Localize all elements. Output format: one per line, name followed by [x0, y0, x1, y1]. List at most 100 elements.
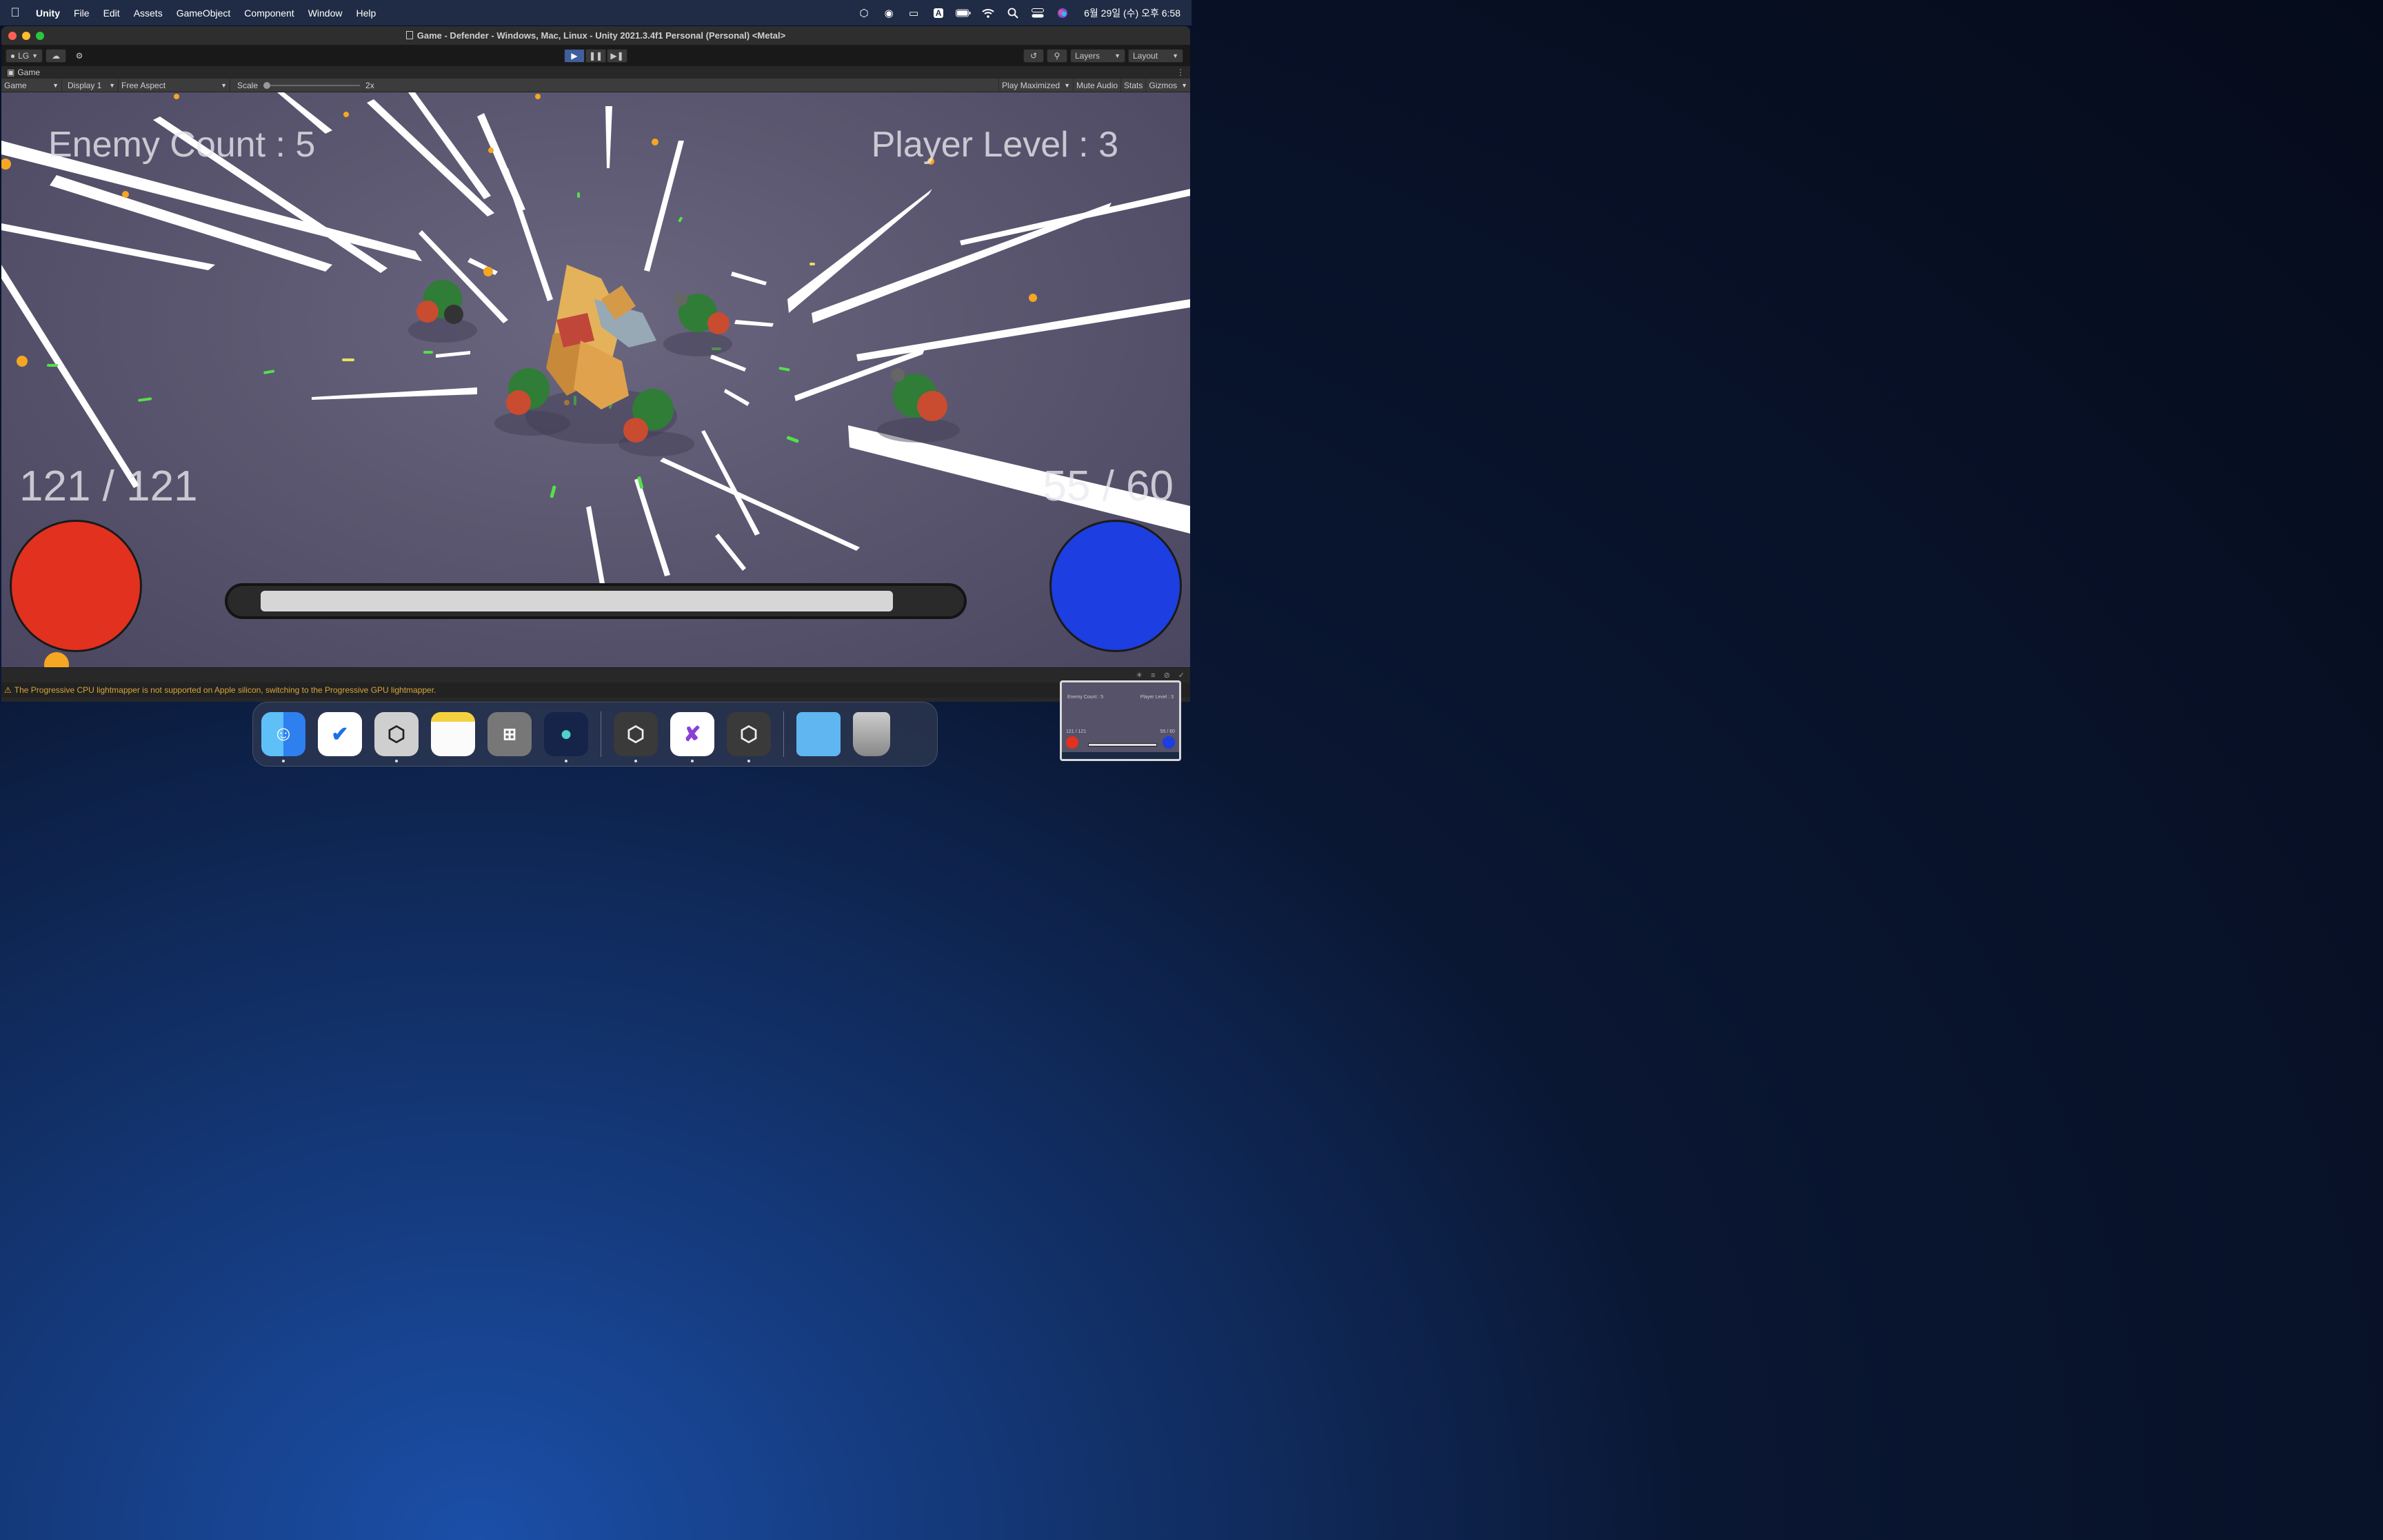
dock-app-unity[interactable]: ⬡ [614, 712, 658, 762]
dock-folder[interactable] [796, 712, 841, 756]
game-tab-bar: ▣ Game ⋮ [1, 66, 1190, 79]
status-strip: ☀ ≡ ⊘ ✓ [1, 667, 1190, 682]
dock-trash[interactable] [853, 712, 890, 756]
wifi-icon[interactable] [981, 7, 996, 19]
collab-button[interactable]: ⚙ [69, 49, 90, 63]
window-titlebar[interactable]: Game - Defender - Windows, Mac, Linux - … [1, 26, 1190, 45]
dock-app-notes[interactable] [431, 712, 475, 756]
stats-toggle[interactable]: Stats [1121, 79, 1147, 92]
minimize-window-button[interactable] [22, 31, 30, 40]
control-center-icon[interactable] [1030, 7, 1045, 19]
main-toolbar: ● LG ▼ ☁ ⚙ ▶ ❚❚ ▶❚ ↺ ⚲ Layers ▼ Layout ▼ [1, 45, 1190, 66]
search-button[interactable]: ⚲ [1047, 49, 1067, 63]
thumb-skill-button [1163, 736, 1175, 749]
dock-app-unity-2[interactable]: ⬡ [727, 712, 771, 762]
running-indicator [282, 760, 285, 762]
attack-button[interactable] [10, 520, 142, 652]
play-maximized-label: Play Maximized [1002, 80, 1060, 90]
experience-bar [225, 583, 967, 619]
account-dropdown[interactable]: ● LG ▼ [6, 49, 43, 63]
play-button[interactable]: ▶ [564, 49, 585, 63]
thumb-attack-button [1066, 736, 1078, 749]
pause-button[interactable]: ❚❚ [585, 49, 606, 63]
skill-button[interactable] [1049, 520, 1182, 652]
check-icon[interactable]: ✓ [1178, 671, 1185, 680]
mute-audio-label: Mute Audio [1076, 80, 1118, 90]
aspect-label: Free Aspect [121, 80, 166, 90]
input-source-label: A [933, 8, 944, 18]
slash-effect-layer [1, 92, 1190, 667]
gizmos-label: Gizmos [1149, 80, 1178, 90]
menu-help[interactable]: Help [349, 8, 383, 19]
lighting-icon[interactable]: ☀ [1136, 671, 1143, 680]
cloud-button[interactable]: ☁ [46, 49, 66, 63]
chevron-down-icon: ▼ [52, 81, 59, 89]
document-icon [405, 31, 413, 39]
dock-app-unity-hub[interactable]: ⬡ [374, 712, 419, 762]
menu-window[interactable]: Window [301, 8, 350, 19]
calculator-icon: ⊞ [502, 725, 517, 744]
play-maximized-dropdown[interactable]: Play Maximized ▼ [998, 79, 1074, 92]
menu-component[interactable]: Component [237, 8, 301, 19]
tab-game[interactable]: Game [17, 68, 40, 77]
mute-audio-toggle[interactable]: Mute Audio [1074, 79, 1122, 92]
scale-slider-handle[interactable] [263, 81, 271, 89]
step-button[interactable]: ▶❚ [607, 49, 627, 63]
dock-app-finder[interactable]: ☺ [261, 712, 305, 762]
console-status-bar[interactable]: ⚠ The Progressive CPU lightmapper is not… [1, 682, 1190, 698]
screenshot-thumbnail[interactable]: Enemy Count : 5 Player Level : 3 121 / 1… [1060, 680, 1181, 761]
thumb-enemy-count: Enemy Count : 5 [1067, 695, 1104, 700]
spotlight-icon[interactable] [1005, 7, 1020, 19]
more-options-icon[interactable]: ⋮ [1176, 68, 1185, 77]
view-select-dropdown[interactable]: Game ▼ [1, 79, 62, 92]
menu-file[interactable]: File [67, 8, 97, 19]
hp-text: 121 / 121 [19, 463, 198, 510]
collab-icon: ⚙ [75, 51, 83, 61]
thumb-hp: 121 / 121 [1066, 729, 1087, 734]
playmode-controls: ▶ ❚❚ ▶❚ [564, 49, 627, 63]
dock-app-whale[interactable]: ● [544, 712, 588, 762]
running-indicator [565, 760, 567, 762]
siri-icon[interactable] [1055, 7, 1070, 19]
chevron-down-icon: ▼ [32, 52, 39, 59]
display-icon[interactable]: ▭ [906, 7, 921, 19]
chevron-down-icon: ▼ [1181, 81, 1187, 89]
menu-edit[interactable]: Edit [97, 8, 127, 19]
close-window-button[interactable] [8, 31, 17, 40]
gizmos-dropdown[interactable]: Gizmos ▼ [1146, 79, 1190, 92]
dock: ☺ ✔ ⬡ ⊞ ● ⬡ ✘ ⬡ [252, 702, 938, 767]
dock-app-visual-studio[interactable]: ✘ [670, 712, 714, 762]
menu-gameobject[interactable]: GameObject [170, 8, 238, 19]
steam-icon[interactable]: ◉ [881, 7, 896, 19]
apple-menu-icon[interactable]:  [0, 6, 30, 20]
layers-label: Layers [1075, 51, 1100, 61]
input-source-icon[interactable]: A [931, 7, 946, 19]
layout-dropdown[interactable]: Layout ▼ [1128, 49, 1183, 63]
layers-dropdown[interactable]: Layers ▼ [1070, 49, 1125, 63]
warning-icon: ⚠ [4, 685, 12, 695]
layers-stack-icon[interactable]: ≡ [1151, 671, 1155, 680]
dock-app-tasks[interactable]: ✔ [318, 712, 362, 756]
menubar-clock[interactable]: 6월 29일 (수) 오후 6:58 [1084, 6, 1180, 20]
menu-app-unity[interactable]: Unity [30, 8, 67, 19]
menu-bar:  Unity File Edit Assets GameObject Comp… [0, 0, 1192, 26]
chevron-down-icon: ▼ [1064, 81, 1070, 89]
battery-icon[interactable] [956, 7, 971, 19]
play-icon: ▶ [571, 51, 578, 61]
display-dropdown[interactable]: Display 1 ▼ [62, 79, 119, 92]
undo-history-button[interactable]: ↺ [1023, 49, 1044, 63]
account-icon: ● [10, 51, 16, 61]
stats-label: Stats [1124, 80, 1143, 90]
scale-slider[interactable] [263, 81, 361, 89]
display-label: Display 1 [68, 80, 102, 90]
unity-cube-icon: ⬡ [626, 722, 645, 746]
dock-app-calculator[interactable]: ⊞ [487, 712, 532, 756]
debug-icon[interactable]: ⊘ [1164, 671, 1170, 680]
game-viewport[interactable]: Enemy Count : 5 Player Level : 3 121 / 1… [1, 92, 1190, 667]
unity-hub-icon[interactable]: ⬡ [856, 7, 872, 19]
menu-assets[interactable]: Assets [127, 8, 170, 19]
chevron-down-icon: ▼ [109, 81, 115, 89]
aspect-dropdown[interactable]: Free Aspect ▼ [119, 79, 230, 92]
zoom-window-button[interactable] [36, 31, 44, 40]
thumb-experience-bar [1088, 743, 1157, 747]
